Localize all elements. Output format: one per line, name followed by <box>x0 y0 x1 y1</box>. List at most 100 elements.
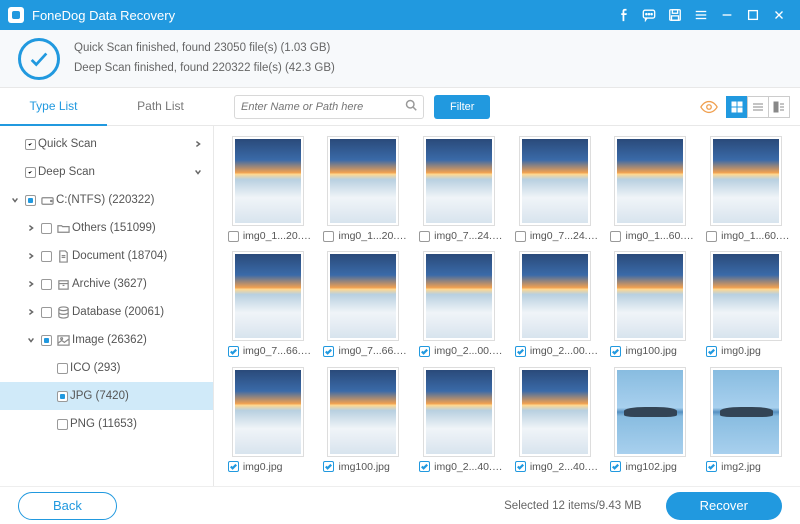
file-name: img0_7...66.jpg <box>338 345 407 357</box>
file-thumbnail[interactable]: img102.jpg <box>605 367 697 476</box>
thumbnail-image <box>327 367 399 457</box>
file-name: img0_7...66.jpg <box>243 345 312 357</box>
file-thumbnail[interactable]: img0_2...40.jpg <box>509 367 601 476</box>
file-name: img0_1...60.jpg <box>721 230 790 242</box>
search-icon[interactable] <box>405 99 417 114</box>
tree-label: Others (151099) <box>72 222 205 234</box>
tab-path-list[interactable]: Path List <box>107 88 214 126</box>
minimize-icon[interactable] <box>714 0 740 30</box>
file-checkbox[interactable] <box>323 346 334 357</box>
tree-database[interactable]: Database (20061) <box>0 298 213 326</box>
save-icon[interactable] <box>662 0 688 30</box>
file-thumbnail[interactable]: img0_1...60.jpg <box>605 136 697 245</box>
file-name: img102.jpg <box>625 461 694 473</box>
file-thumbnail[interactable]: img0.jpg <box>222 367 314 476</box>
drive-icon <box>38 194 56 207</box>
file-thumbnail[interactable]: img0_2...00.jpg <box>509 251 601 360</box>
menu-icon[interactable] <box>688 0 714 30</box>
chevron-right-icon <box>24 308 38 316</box>
maximize-icon[interactable] <box>740 0 766 30</box>
thumbnail-image <box>327 251 399 341</box>
file-name: img2.jpg <box>721 461 790 473</box>
thumbnail-image <box>423 367 495 457</box>
file-name: img0_2...40.jpg <box>530 461 599 473</box>
tree-label: Document (18704) <box>72 250 205 262</box>
thumbnail-image <box>614 251 686 341</box>
file-name: img0_7...24.jpg <box>434 230 503 242</box>
feedback-icon[interactable] <box>636 0 662 30</box>
file-checkbox[interactable] <box>419 231 430 242</box>
file-thumbnail[interactable]: img0_1...60.jpg <box>700 136 792 245</box>
file-checkbox[interactable] <box>610 231 621 242</box>
file-thumbnail[interactable]: img100.jpg <box>318 367 410 476</box>
close-icon[interactable] <box>766 0 792 30</box>
file-thumbnail[interactable]: img0_7...24.jpg <box>413 136 505 245</box>
tree-others[interactable]: Others (151099) <box>0 214 213 242</box>
file-checkbox[interactable] <box>610 346 621 357</box>
tree-quick-scan[interactable]: Quick Scan <box>0 130 213 158</box>
thumbnail-image <box>710 136 782 226</box>
file-checkbox[interactable] <box>228 346 239 357</box>
file-checkbox[interactable] <box>515 461 526 472</box>
file-checkbox[interactable] <box>515 231 526 242</box>
file-thumbnail[interactable]: img0_7...66.jpg <box>318 251 410 360</box>
image-icon <box>54 334 72 347</box>
file-name: img0_1...20.jpg <box>243 230 312 242</box>
file-name: img0_1...60.jpg <box>625 230 694 242</box>
search-input[interactable] <box>241 101 405 113</box>
file-name: img100.jpg <box>338 461 407 473</box>
file-thumbnail[interactable]: img2.jpg <box>700 367 792 476</box>
footer: Back Selected 12 items/9.43 MB Recover <box>0 486 800 524</box>
file-checkbox[interactable] <box>228 461 239 472</box>
back-button[interactable]: Back <box>18 492 117 520</box>
tree-drive[interactable]: C:(NTFS) (220322) <box>0 186 213 214</box>
file-checkbox[interactable] <box>228 231 239 242</box>
tree-label: Database (20061) <box>72 306 205 318</box>
titlebar: FoneDog Data Recovery <box>0 0 800 30</box>
file-checkbox[interactable] <box>706 461 717 472</box>
file-checkbox[interactable] <box>610 461 621 472</box>
file-checkbox[interactable] <box>706 346 717 357</box>
file-checkbox[interactable] <box>323 231 334 242</box>
file-thumbnail[interactable]: img0_7...24.jpg <box>509 136 601 245</box>
view-detail-button[interactable] <box>768 96 790 118</box>
filter-button[interactable]: Filter <box>434 95 490 119</box>
facebook-icon[interactable] <box>610 0 636 30</box>
tree-ico[interactable]: ICO (293) <box>0 354 213 382</box>
thumbnail-image <box>232 367 304 457</box>
chevron-right-icon <box>24 224 38 232</box>
file-thumbnail[interactable]: img100.jpg <box>605 251 697 360</box>
file-checkbox[interactable] <box>515 346 526 357</box>
tree-image[interactable]: Image (26362) <box>0 326 213 354</box>
tab-type-list[interactable]: Type List <box>0 88 107 126</box>
search-box[interactable] <box>234 95 424 119</box>
preview-icon[interactable] <box>695 95 723 119</box>
file-thumbnail[interactable]: img0_2...00.jpg <box>413 251 505 360</box>
view-list-button[interactable] <box>747 96 769 118</box>
recover-button[interactable]: Recover <box>666 492 782 520</box>
thumbnail-image <box>423 251 495 341</box>
thumbnail-image <box>232 136 304 226</box>
file-checkbox[interactable] <box>419 346 430 357</box>
tree-label: PNG (11653) <box>70 418 205 430</box>
tree-deep-scan[interactable]: Deep Scan <box>0 158 213 186</box>
file-name: img0_1...20.jpg <box>338 230 407 242</box>
thumbnail-image <box>710 367 782 457</box>
tree-jpg[interactable]: JPG (7420) <box>0 382 213 410</box>
file-checkbox[interactable] <box>323 461 334 472</box>
file-checkbox[interactable] <box>419 461 430 472</box>
tree-document[interactable]: Document (18704) <box>0 242 213 270</box>
thumbnail-image <box>710 251 782 341</box>
file-thumbnail[interactable]: img0_2...40.jpg <box>413 367 505 476</box>
app-logo <box>8 7 24 23</box>
tree-png[interactable]: PNG (11653) <box>0 410 213 438</box>
view-grid-button[interactable] <box>726 96 748 118</box>
file-thumbnail[interactable]: img0_1...20.jpg <box>318 136 410 245</box>
tree-archive[interactable]: Archive (3627) <box>0 270 213 298</box>
chevron-down-icon <box>24 336 38 344</box>
file-thumbnail[interactable]: img0.jpg <box>700 251 792 360</box>
document-icon <box>54 250 72 263</box>
file-thumbnail[interactable]: img0_7...66.jpg <box>222 251 314 360</box>
file-checkbox[interactable] <box>706 231 717 242</box>
file-thumbnail[interactable]: img0_1...20.jpg <box>222 136 314 245</box>
